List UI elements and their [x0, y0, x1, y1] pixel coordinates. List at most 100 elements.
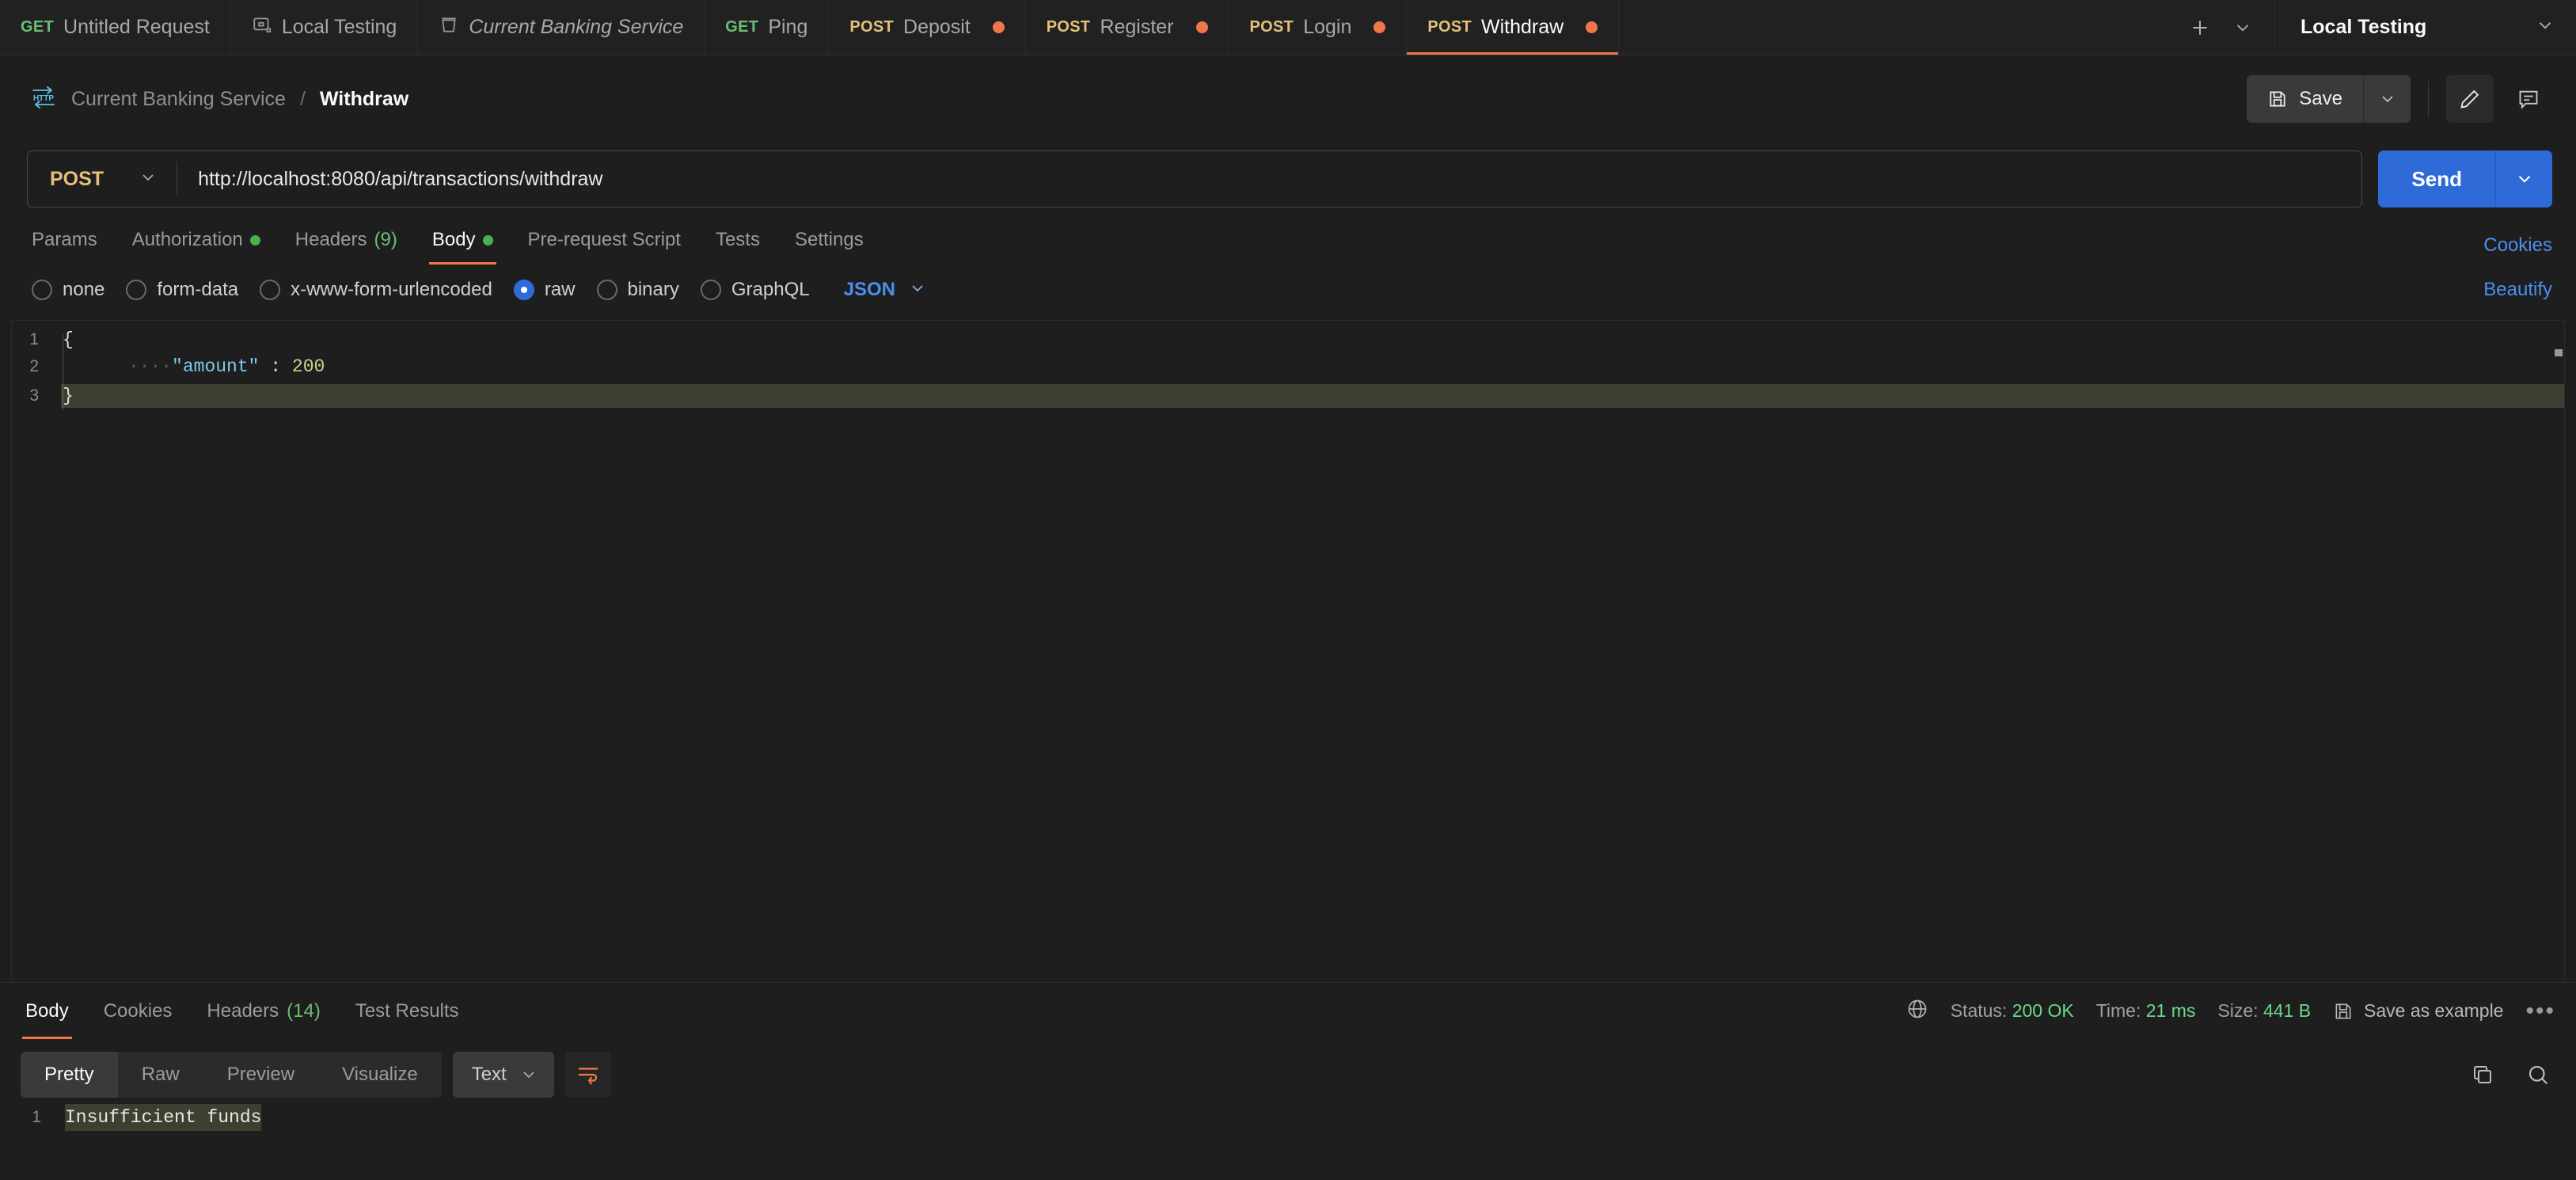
response-tab-body[interactable]: Body — [8, 983, 86, 1039]
code-token-colon: : — [259, 356, 292, 377]
body-type-none[interactable]: none — [27, 279, 121, 301]
unsaved-changes-indicator — [1586, 21, 1598, 33]
view-mode-visualize[interactable]: Visualize — [318, 1052, 442, 1098]
tab-method: POST — [1046, 18, 1091, 36]
unsaved-changes-indicator — [1195, 21, 1208, 33]
tab-bar: GET Untitled Request Local Testing Current … — [0, 0, 2576, 55]
breadcrumb-row: HTTP Current Banking Service / Withdraw … — [0, 55, 2576, 143]
unsaved-changes-indicator — [992, 21, 1005, 33]
radio-button[interactable] — [513, 280, 534, 300]
cookies-link[interactable]: Cookies — [2483, 234, 2552, 265]
body-type-form-data[interactable]: form-data — [121, 279, 255, 301]
svg-text:HTTP: HTTP — [33, 94, 54, 103]
send-button[interactable]: Send — [2378, 150, 2495, 207]
search-response-button[interactable] — [2521, 1057, 2555, 1092]
tab-ping[interactable]: GET Ping — [705, 0, 830, 55]
tab-strip: GET Untitled Request Local Testing Current … — [0, 0, 2175, 55]
request-body-editor[interactable]: 1 { 2 ····"amount" : 200 3 } — [11, 320, 2565, 1017]
body-type-binary[interactable]: binary — [592, 279, 696, 301]
request-tab-tests[interactable]: Tests — [698, 215, 777, 265]
request-tab-label: Pre-request Script — [527, 229, 681, 250]
tab-login[interactable]: POST Login — [1229, 0, 1408, 55]
radio-button[interactable] — [32, 280, 52, 300]
tab-withdraw[interactable]: POST Withdraw — [1407, 0, 1620, 55]
request-tab-params[interactable]: Params — [27, 215, 115, 265]
code-line: 3 } — [12, 383, 2564, 409]
tab-register[interactable]: POST Register — [1026, 0, 1229, 55]
line-number: 1 — [32, 1108, 41, 1126]
response-more-options-button[interactable]: ••• — [2525, 999, 2555, 1022]
radio-button[interactable] — [700, 280, 721, 300]
view-mode-pretty[interactable]: Pretty — [21, 1052, 118, 1098]
response-tab-headers[interactable]: Headers (14) — [189, 983, 337, 1039]
body-type-raw[interactable]: raw — [509, 279, 592, 301]
line-number: 1 — [29, 330, 39, 348]
http-method-select[interactable]: POST — [28, 151, 177, 207]
request-tab-headers[interactable]: Headers (9) — [278, 215, 415, 265]
comment-button[interactable] — [2505, 75, 2552, 123]
body-type-label: none — [63, 279, 105, 300]
response-content-type-value: Text — [471, 1064, 507, 1085]
save-button[interactable]: Save — [2247, 75, 2363, 123]
tab-current-banking-service[interactable]: Current Banking Service — [418, 0, 705, 55]
tab-deposit[interactable]: POST Deposit — [829, 0, 1026, 55]
response-tab-label: Cookies — [103, 999, 173, 1022]
view-mode-preview[interactable]: Preview — [203, 1052, 318, 1098]
raw-format-select[interactable]: JSON — [844, 279, 927, 302]
tab-method: POST — [1249, 18, 1294, 36]
tab-list-chevron-down-icon[interactable] — [2225, 10, 2260, 45]
tab-bar-actions — [2175, 0, 2275, 55]
tab-local-testing[interactable]: Local Testing — [231, 0, 419, 55]
request-tab-settings[interactable]: Settings — [777, 215, 881, 265]
editor-scrollbar-thumb[interactable] — [2555, 349, 2563, 356]
breadcrumb: HTTP Current Banking Service / Withdraw — [30, 86, 2247, 113]
size-label: Size: — [2217, 1000, 2259, 1021]
body-type-graphql[interactable]: GraphQL — [696, 279, 826, 301]
response-tab-cookies[interactable]: Cookies — [86, 983, 190, 1039]
send-options-chevron-down-icon[interactable] — [2495, 150, 2552, 207]
url-input[interactable] — [177, 167, 2362, 191]
radio-button[interactable] — [596, 280, 617, 300]
response-tab-label: Headers — [207, 999, 279, 1022]
radio-button[interactable] — [260, 280, 281, 300]
request-tab-body[interactable]: Body — [415, 215, 511, 265]
status-badge: Status: 200 OK — [1951, 1000, 2074, 1022]
save-button-group: Save — [2247, 75, 2411, 123]
line-number: 2 — [29, 357, 39, 375]
response-view-mode-group: Pretty Raw Preview Visualize — [21, 1052, 442, 1098]
save-as-example-button[interactable]: Save as example — [2333, 1000, 2503, 1022]
request-tab-authorization[interactable]: Authorization — [115, 215, 278, 265]
response-view-bar: Pretty Raw Preview Visualize Text — [0, 1045, 2576, 1104]
toolbar-divider — [2428, 81, 2429, 117]
edit-button[interactable] — [2446, 75, 2494, 123]
tab-label: Local Testing — [281, 16, 397, 38]
response-line: 1 Insufficient funds — [0, 1104, 2576, 1131]
tab-label: Deposit — [903, 16, 971, 38]
environment-icon — [252, 15, 272, 40]
raw-format-chevron-down-icon — [908, 279, 927, 302]
code-token-number: 200 — [291, 356, 325, 377]
beautify-link[interactable]: Beautify — [2483, 279, 2552, 301]
new-tab-button[interactable] — [2183, 10, 2217, 45]
body-type-x-www-form-urlencoded[interactable]: x-www-form-urlencoded — [255, 279, 509, 301]
modified-indicator — [482, 234, 493, 246]
tab-untitled-request[interactable]: GET Untitled Request — [0, 0, 231, 55]
body-type-label: form-data — [157, 279, 239, 300]
breadcrumb-actions: Save — [2247, 75, 2552, 123]
response-content-type-select[interactable]: Text — [452, 1052, 554, 1098]
save-options-chevron-down-icon[interactable] — [2363, 75, 2411, 123]
view-mode-raw[interactable]: Raw — [118, 1052, 203, 1098]
time-value: 21 ms — [2145, 1000, 2196, 1021]
copy-response-button[interactable] — [2465, 1057, 2500, 1092]
method-chevron-down-icon — [139, 168, 158, 191]
request-tab-label: Tests — [715, 229, 760, 250]
body-type-label: x-www-form-urlencoded — [291, 279, 492, 300]
radio-button[interactable] — [126, 280, 147, 300]
response-tab-test-results[interactable]: Test Results — [338, 983, 477, 1039]
breadcrumb-separator: / — [299, 87, 306, 110]
word-wrap-toggle-button[interactable] — [564, 1052, 611, 1098]
environment-selector[interactable]: Local Testing — [2275, 0, 2576, 55]
response-tabs: Body Cookies Headers (14) Test Results — [8, 983, 477, 1039]
request-tab-pre-request-script[interactable]: Pre-request Script — [511, 215, 698, 265]
breadcrumb-collection[interactable]: Current Banking Service — [71, 88, 286, 111]
